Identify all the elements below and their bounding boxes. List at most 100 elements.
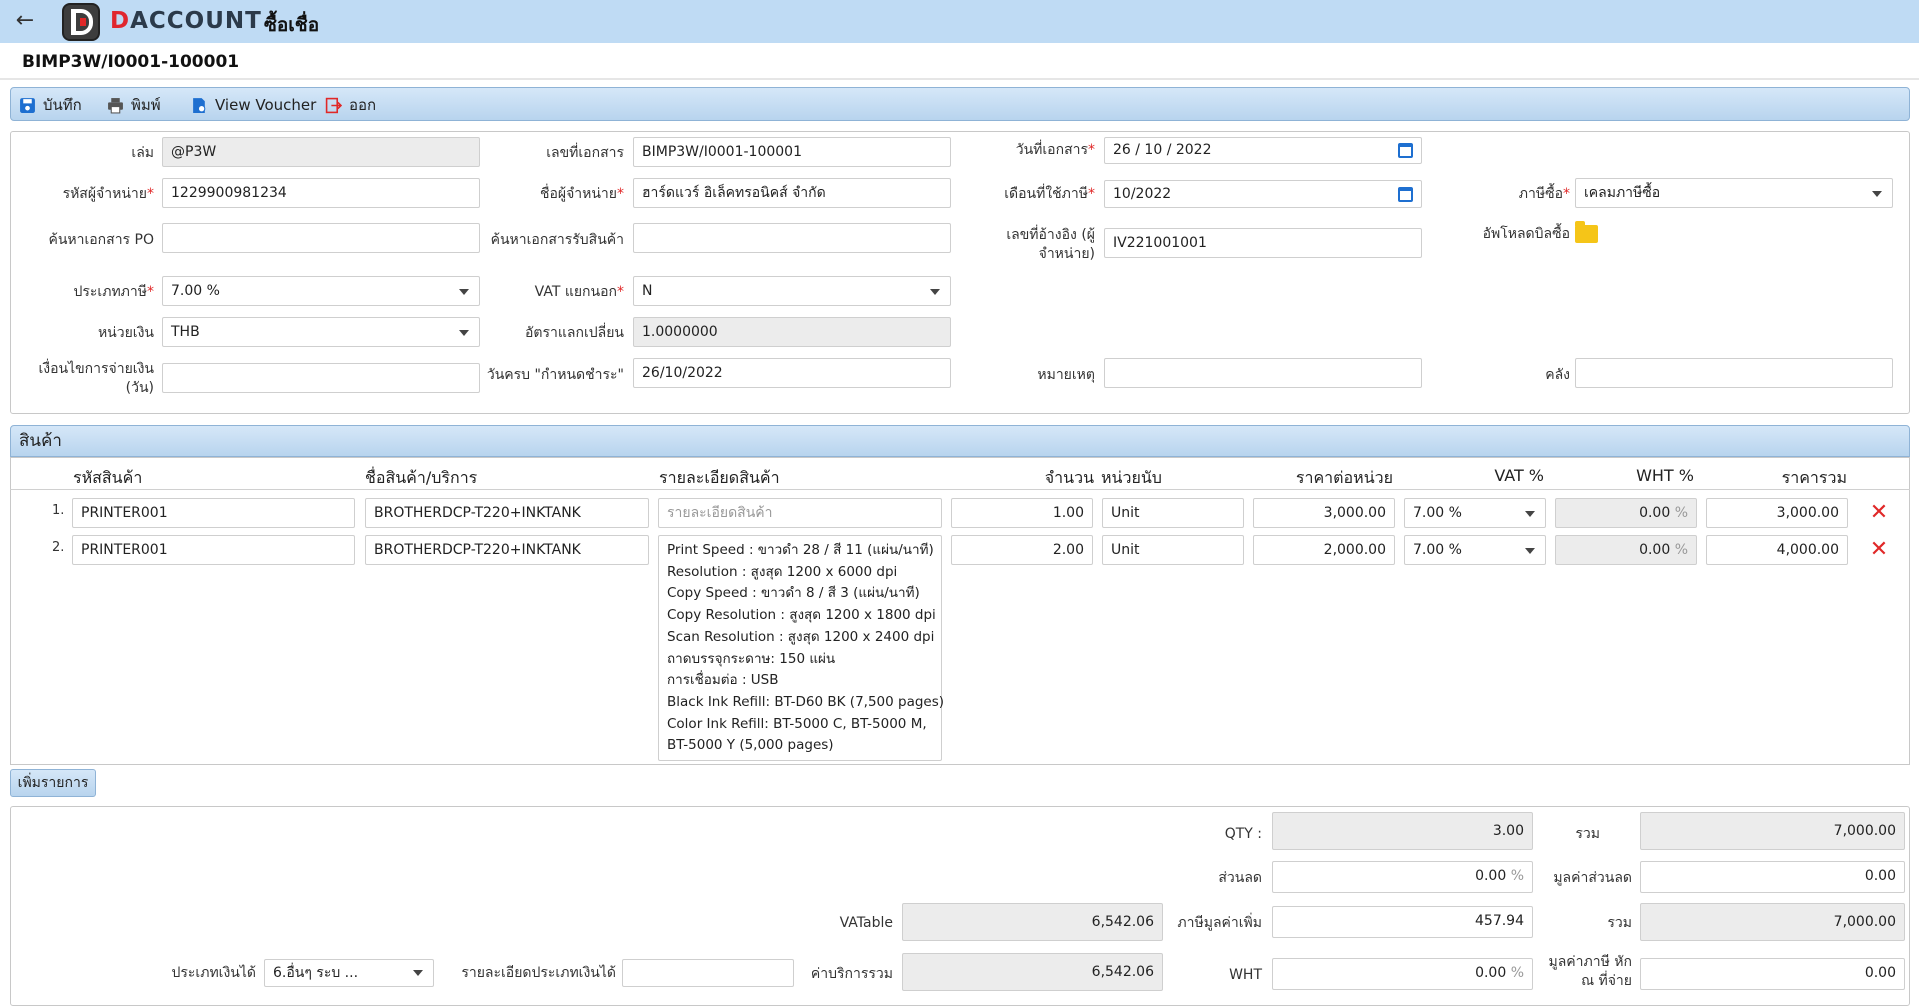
item-wht-value: 0.00 [1639,542,1671,558]
description-line: การเชื่อมต่อ : USB [667,672,779,689]
back-arrow-icon[interactable]: ← [10,8,40,34]
income-type-value: 6.อื่นๆ ระบ ... [273,965,359,981]
po-search-label: ค้นหาเอกสาร PO [48,232,154,248]
save-button[interactable]: บันทึก [19,94,82,116]
col-header-total: ราคารวม [1781,468,1847,487]
sum2-field: 7,000.00 [1640,903,1905,941]
description-line: Color Ink Refill: BT-5000 C, BT-5000 M, [667,715,927,732]
terms-label-line2: (วัน) [125,380,154,396]
item-code-field[interactable]: PRINTER001 [72,535,355,565]
description-line: Copy Speed : ขาวดำ 8 / สี 3 (แผ่น/นาที) [667,585,920,602]
currency-label: หน่วยเงิน [97,325,154,341]
wht-field[interactable]: 0.00 % [1272,958,1533,990]
purchase-tax-select[interactable]: เคลมภาษีซื้อ [1575,178,1893,208]
purchase-tax-label: ภาษีซื้อ* [1420,185,1570,204]
item-unit-field[interactable]: Unit [1102,498,1244,528]
calendar-icon[interactable] [1398,143,1413,158]
income-desc-field[interactable] [622,959,794,987]
document-search-icon [193,97,206,113]
save-label: บันทึก [43,96,82,114]
col-header-unit: หน่วยนับ [1101,468,1162,487]
folder-icon[interactable] [1575,221,1598,243]
chevron-down-icon [930,289,940,295]
required-mark: * [1563,186,1570,202]
currency-select[interactable]: THB [162,317,480,347]
delete-row-icon[interactable]: ✕ [1869,500,1889,525]
chevron-down-icon [459,289,469,295]
item-name-field[interactable]: BROTHERDCP-T220+INKTANK [365,498,649,528]
wht-amount-label-line2: ณ ที่จ่าย [1581,973,1632,989]
col-header-qty: จำนวน [1044,468,1094,487]
calendar-icon[interactable] [1398,187,1413,202]
exit-button[interactable]: ออก [325,94,376,116]
item-description-field[interactable]: Print Speed : ขาวดำ 28 / สี 11 (แผ่น/นาท… [658,535,944,761]
print-button[interactable]: พิมพ์ [107,94,161,116]
percent-sign: % [1510,965,1524,981]
sum-label: รวม [1575,826,1600,842]
required-mark: * [147,284,154,300]
item-price-field[interactable]: 2,000.00 [1253,535,1395,565]
vat-label: ภาษีมูลค่าเพิ่ม [1177,915,1262,931]
remark-label: หมายเหตุ [1037,367,1095,383]
add-item-button[interactable]: เพิ่มรายการ [10,769,96,797]
wht-amount-label: มูลค่าภาษี หักณ ที่จ่าย [1540,953,1632,991]
warehouse-field[interactable] [1575,358,1893,388]
remark-field[interactable] [1104,358,1422,388]
description-line: ถาดบรรจุกระดาษ: 150 แผ่น [667,650,836,667]
vat-sep-select[interactable]: N [633,276,951,306]
item-name-field[interactable]: BROTHERDCP-T220+INKTANK [365,535,649,565]
vendor-name-field[interactable]: ฮาร์ดแวร์ อิเล็คทรอนิคส์ จำกัด [633,178,951,208]
item-qty-field[interactable]: 1.00 [951,498,1093,528]
ref-field[interactable]: IV221001001 [1104,228,1422,258]
item-qty-field[interactable]: 2.00 [951,535,1093,565]
print-label: พิมพ์ [131,96,161,114]
purchase-tax-label-text: ภาษีซื้อ [1518,186,1563,202]
docno-field[interactable]: BIMP3W/I0001-100001 [633,137,951,167]
vendor-code-field[interactable]: 1229900981234 [162,178,480,208]
chevron-down-icon [413,970,423,976]
item-vat-value: 7.00 % [1413,505,1462,521]
tax-type-select[interactable]: 7.00 % [162,276,480,306]
receipt-search-field[interactable] [633,223,951,253]
currency-value: THB [171,324,200,340]
row-number: 1. [52,503,65,518]
tax-month-field[interactable]: 10/2022 [1104,180,1422,208]
rate-field: 1.0000000 [633,317,951,347]
tax-type-label-text: ประเภทภาษี [73,284,148,300]
tax-type-label: ประเภทภาษี* [20,283,155,302]
top-bar: ← DACCOUNT ซื้อเชื่อ [0,0,1919,43]
col-header-code: รหัสสินค้า [73,468,143,487]
item-description-field[interactable]: รายละเอียดสินค้า [658,498,942,528]
discount-value: 0.00 [1475,868,1507,884]
col-header-vat: VAT % [1494,466,1544,485]
floppy-disk-icon [20,97,35,113]
required-mark: * [1088,142,1095,158]
book-field: @P3W [162,137,480,167]
item-unit-field[interactable]: Unit [1102,535,1244,565]
docdate-label: วันที่เอกสาร* [950,141,1095,160]
item-price-field[interactable]: 3,000.00 [1253,498,1395,528]
item-vat-select[interactable]: 7.00 % [1404,535,1546,565]
discount-amount-field[interactable]: 0.00 [1640,861,1905,893]
col-header-wht: WHT % [1636,466,1694,485]
delete-row-icon[interactable]: ✕ [1869,537,1889,562]
discount-field[interactable]: 0.00 % [1272,861,1533,893]
view-voucher-button[interactable]: View Voucher [191,94,316,116]
due-date-label: วันครบ "กำหนดชำระ" [486,367,624,383]
vat-field[interactable]: 457.94 [1272,906,1533,938]
wht-amount-field[interactable]: 0.00 [1640,958,1905,990]
item-wht-value: 0.00 [1639,505,1671,521]
vatable-field: 6,542.06 [902,903,1163,941]
due-date-field[interactable]: 26/10/2022 [633,358,951,388]
ref-label: เลขที่อ้างอิง (ผู้ จำหน่าย) [950,226,1095,264]
income-type-select[interactable]: 6.อื่นๆ ระบ ... [264,959,434,987]
docdate-value: 26 / 10 / 2022 [1113,142,1212,158]
item-code-field[interactable]: PRINTER001 [72,498,355,528]
po-search-field[interactable] [162,223,480,253]
docdate-field[interactable]: 26 / 10 / 2022 [1104,137,1422,164]
vat-sep-label: VAT แยกนอก* [470,283,624,302]
chevron-down-icon [1525,511,1535,517]
item-vat-select[interactable]: 7.00 % [1404,498,1546,528]
vat-sep-value: N [642,283,653,299]
terms-field[interactable] [162,363,480,393]
